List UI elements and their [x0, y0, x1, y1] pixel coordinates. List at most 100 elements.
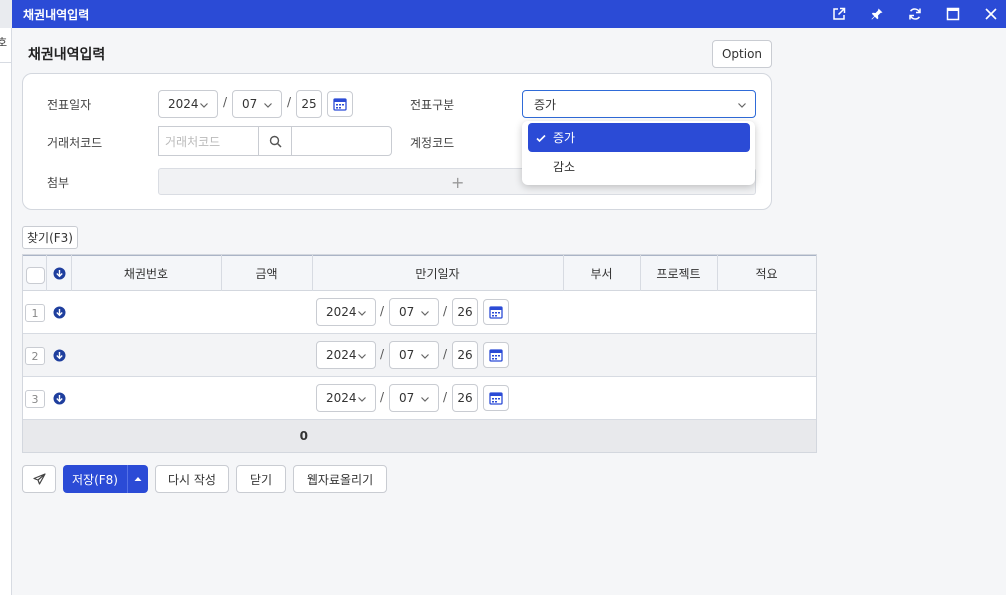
date-separator: / — [443, 347, 448, 361]
voucher-month-select[interactable]: 07 — [232, 90, 282, 118]
voucher-day-input[interactable]: 25 — [296, 90, 322, 118]
date-separator: / — [443, 304, 448, 318]
chevron-down-icon — [200, 103, 208, 108]
voucher-type-option-decrease[interactable]: 감소 — [528, 152, 750, 181]
paper-plane-icon — [32, 472, 46, 485]
chevron-down-icon — [738, 103, 746, 108]
voucher-type-label: 전표구분 — [410, 98, 455, 112]
background-window-divider — [0, 62, 12, 63]
calendar-icon — [489, 349, 503, 362]
select-all-checkbox[interactable] — [26, 267, 45, 284]
caret-up-icon — [134, 477, 142, 481]
option-label: 증가 — [553, 131, 576, 145]
grid-header: 채권번호 금액 만기일자 부서 프로젝트 적요 — [23, 255, 816, 291]
voucher-type-select[interactable]: 증가 — [522, 90, 756, 118]
check-icon — [536, 134, 546, 142]
bond-entry-window: 채권내역입력 Option 전표일자 2024 / 07 / 25 전표구분 거… — [12, 28, 1006, 595]
due-month-select[interactable]: 07 — [389, 341, 439, 369]
customer-code-input[interactable]: 거래처코드 — [158, 126, 259, 156]
total-amount: 0 — [299, 429, 308, 443]
attachment-label: 첨부 — [47, 176, 70, 190]
arrow-down-circle-icon[interactable] — [53, 306, 66, 319]
arrow-down-circle-icon[interactable] — [53, 392, 66, 405]
search-icon — [269, 135, 282, 148]
external-link-icon[interactable] — [828, 3, 850, 25]
row-number: 1 — [25, 304, 45, 322]
row-number: 3 — [25, 390, 45, 408]
voucher-month-value: 07 — [242, 97, 258, 111]
calendar-icon — [489, 306, 503, 319]
col-memo[interactable]: 적요 — [717, 256, 816, 291]
due-month-select[interactable]: 07 — [389, 298, 439, 326]
voucher-year-select[interactable]: 2024 — [158, 90, 218, 118]
window-titlebar: 채권내역입력 — [12, 0, 1006, 28]
maximize-icon[interactable] — [942, 3, 964, 25]
chevron-down-icon — [421, 354, 429, 359]
refresh-icon[interactable] — [904, 3, 926, 25]
chevron-down-icon — [358, 354, 366, 359]
arrow-down-circle-icon[interactable] — [53, 267, 66, 280]
row-number: 2 — [25, 347, 45, 365]
chevron-down-icon — [421, 311, 429, 316]
bond-grid: 채권번호 금액 만기일자 부서 프로젝트 적요 1 2024 / 07 / 26… — [22, 254, 817, 453]
due-calendar-button[interactable] — [483, 342, 509, 368]
due-day-input[interactable]: 26 — [452, 298, 478, 326]
option-label: 감소 — [553, 160, 576, 174]
col-department[interactable]: 부서 — [563, 256, 640, 291]
window-title: 채권내역입력 — [23, 8, 90, 22]
background-window-text: 호 — [0, 36, 8, 49]
find-button[interactable]: 찾기(F3) — [22, 226, 78, 249]
voucher-year-value: 2024 — [168, 97, 199, 111]
voucher-date-label: 전표일자 — [47, 98, 92, 112]
web-upload-button[interactable]: 웹자료올리기 — [293, 465, 387, 493]
pin-icon[interactable] — [866, 3, 888, 25]
save-label: 저장(F8) — [72, 472, 118, 487]
table-row[interactable]: 1 2024 / 07 / 26 — [23, 291, 816, 334]
background-window-strip: 호 — [0, 28, 12, 595]
save-button[interactable]: 저장(F8) — [63, 465, 148, 493]
calendar-icon — [489, 392, 503, 405]
customer-name-input[interactable] — [291, 126, 392, 156]
due-year-select[interactable]: 2024 — [316, 341, 376, 369]
due-year-select[interactable]: 2024 — [316, 298, 376, 326]
col-project[interactable]: 프로젝트 — [640, 256, 717, 291]
save-options-toggle[interactable] — [127, 465, 148, 493]
voucher-calendar-button[interactable] — [327, 91, 353, 117]
due-calendar-button[interactable] — [483, 385, 509, 411]
voucher-type-option-increase[interactable]: 증가 — [528, 123, 750, 152]
due-year-select[interactable]: 2024 — [316, 384, 376, 412]
voucher-type-value: 증가 — [534, 97, 557, 112]
due-month-select[interactable]: 07 — [389, 384, 439, 412]
close-button[interactable]: 닫기 — [236, 465, 286, 493]
chevron-down-icon — [264, 103, 272, 108]
chevron-down-icon — [358, 397, 366, 402]
column-divider — [46, 255, 47, 291]
col-amount[interactable]: 금액 — [221, 256, 312, 291]
due-month-value: 07 — [399, 391, 415, 405]
due-year-value: 2024 — [326, 391, 357, 405]
chevron-down-icon — [358, 311, 366, 316]
date-separator: / — [223, 95, 228, 109]
due-day-input[interactable]: 26 — [452, 384, 478, 412]
due-month-value: 07 — [399, 305, 415, 319]
date-separator: / — [443, 390, 448, 404]
due-year-value: 2024 — [326, 305, 357, 319]
voucher-type-dropdown-menu: 증가 감소 — [522, 121, 755, 185]
arrow-down-circle-icon[interactable] — [53, 349, 66, 362]
customer-search-button[interactable] — [258, 126, 292, 156]
date-separator: / — [380, 347, 385, 361]
close-icon[interactable] — [980, 3, 1002, 25]
send-button[interactable] — [22, 465, 56, 493]
due-day-input[interactable]: 26 — [452, 341, 478, 369]
add-attachment-icon: + — [451, 173, 465, 192]
date-separator: / — [380, 304, 385, 318]
col-bond-number[interactable]: 채권번호 — [71, 256, 221, 291]
grid-total-row: 0 — [23, 420, 816, 452]
table-row[interactable]: 3 2024 / 07 / 26 — [23, 377, 816, 420]
page-title: 채권내역입력 — [28, 47, 106, 63]
option-button[interactable]: Option — [712, 40, 772, 68]
rewrite-button[interactable]: 다시 작성 — [155, 465, 229, 493]
col-due-date[interactable]: 만기일자 — [312, 256, 563, 291]
due-calendar-button[interactable] — [483, 299, 509, 325]
table-row[interactable]: 2 2024 / 07 / 26 — [23, 334, 816, 377]
